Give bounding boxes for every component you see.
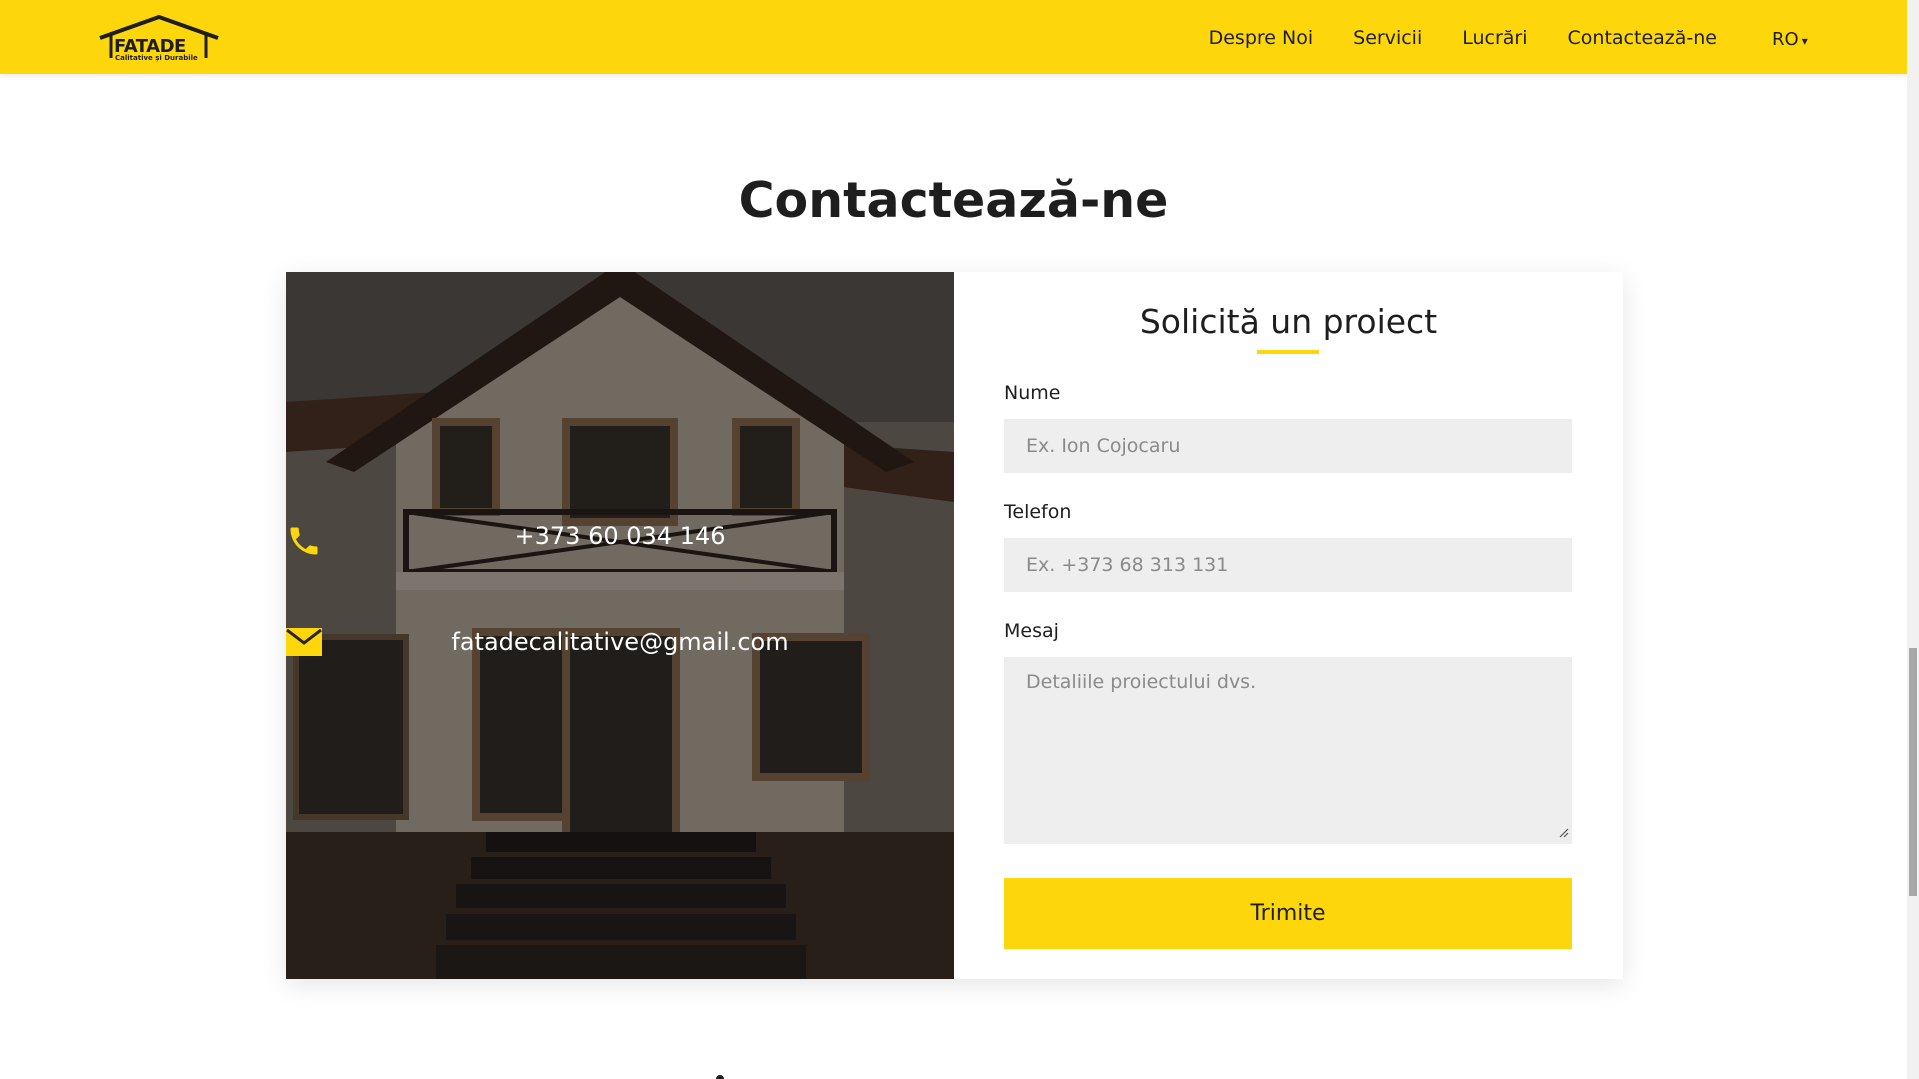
- contact-phone: +373 60 034 146: [286, 522, 954, 555]
- partial-icon: [716, 1075, 724, 1079]
- main-nav: Despre Noi Servicii Lucrări Contactează-…: [1209, 27, 1717, 49]
- nav-item-lucrari[interactable]: Lucrări: [1462, 27, 1527, 49]
- email-link[interactable]: fatadecalitative@gmail.com: [451, 628, 788, 656]
- contact-card: +373 60 034 146 fatadecalitative@gmail.c…: [286, 272, 1623, 979]
- photo-dark-overlay: [286, 272, 954, 979]
- message-label: Mesaj: [1004, 620, 1059, 642]
- site-header: FATADE Calitative și Durabile Despre Noi…: [0, 0, 1907, 74]
- section-title: Contactează-ne: [738, 172, 1169, 229]
- page-scrollbar-track[interactable]: [1907, 0, 1919, 1079]
- name-label: Nume: [1004, 382, 1061, 404]
- title-underline: [1257, 350, 1319, 354]
- submit-button[interactable]: Trimite: [1004, 878, 1572, 949]
- chevron-down-icon: ▾: [1801, 34, 1808, 48]
- project-request-form: Solicită un proiect Nume Telefon Mesaj T…: [954, 272, 1623, 979]
- message-textarea[interactable]: [1004, 657, 1572, 844]
- page-scrollbar-thumb[interactable]: [1909, 648, 1917, 896]
- name-input[interactable]: [1004, 419, 1572, 473]
- phone-link[interactable]: +373 60 034 146: [515, 522, 726, 550]
- nav-item-contacteaza-ne[interactable]: Contactează-ne: [1568, 27, 1717, 49]
- resize-grip-icon[interactable]: [1559, 828, 1569, 838]
- nav-item-despre-noi[interactable]: Despre Noi: [1209, 27, 1314, 49]
- contact-email: fatadecalitative@gmail.com: [286, 628, 954, 656]
- brand-tagline: Calitative și Durabile: [115, 54, 198, 62]
- brand-logo[interactable]: FATADE Calitative și Durabile: [98, 14, 220, 64]
- nav-item-servicii[interactable]: Servicii: [1353, 27, 1422, 49]
- phone-icon: [290, 527, 318, 555]
- language-selector[interactable]: RO ▾: [1772, 29, 1808, 50]
- phone-label: Telefon: [1004, 501, 1072, 523]
- house-photo: +373 60 034 146 fatadecalitative@gmail.c…: [286, 272, 954, 979]
- form-title: Solicită un proiect: [1139, 302, 1438, 341]
- envelope-icon: [286, 628, 322, 656]
- language-code: RO: [1772, 29, 1799, 50]
- phone-input[interactable]: [1004, 538, 1572, 592]
